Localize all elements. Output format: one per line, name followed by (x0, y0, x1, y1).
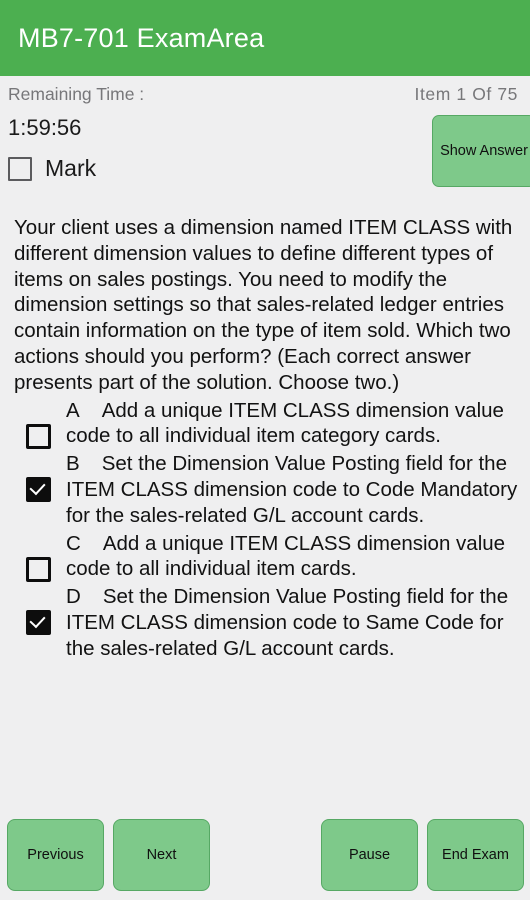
app-header-bar: MB7-701 ExamArea (0, 0, 530, 76)
option-checkbox-c[interactable] (26, 556, 51, 582)
previous-button[interactable]: Previous (7, 819, 104, 891)
question-area: Your client uses a dimension named ITEM … (0, 215, 530, 810)
mark-question-row[interactable]: Mark (8, 155, 96, 182)
exam-status-bar: Remaining Time : Item 1 Of 75 (0, 76, 530, 113)
option-row[interactable]: B Set the Dimension Value Posting field f… (14, 451, 522, 528)
remaining-time-label: Remaining Time : (8, 84, 145, 104)
option-letter: A (66, 398, 80, 422)
options-list: A Add a unique ITEM CLASS dimension value… (14, 398, 522, 662)
option-text: Add a unique ITEM CLASS dimension value … (66, 531, 506, 581)
option-letter: B (66, 452, 80, 476)
option-text: Set the Dimension Value Posting field fo… (66, 585, 509, 660)
option-letter: D (66, 585, 81, 609)
mark-checkbox[interactable] (8, 156, 32, 181)
nav-group-right: Pause End Exam (321, 819, 524, 891)
end-exam-button[interactable]: End Exam (427, 819, 524, 891)
option-checkbox-b[interactable] (26, 477, 51, 503)
remaining-time-value: 1:59:56 (8, 115, 82, 140)
option-row[interactable]: A Add a unique ITEM CLASS dimension value… (14, 398, 522, 450)
pause-button[interactable]: Pause (321, 819, 418, 891)
app-title: MB7-701 ExamArea (18, 22, 265, 53)
timer-and-mark-zone: 1:59:56 Mark Show Answer (0, 113, 530, 203)
nav-group-left: Previous Next (7, 819, 210, 891)
option-letter: C (66, 531, 81, 555)
option-row[interactable]: D Set the Dimension Value Posting field f… (14, 584, 522, 661)
option-row[interactable]: C Add a unique ITEM CLASS dimension value… (14, 531, 522, 583)
mark-label: Mark (45, 155, 97, 181)
option-checkbox-d[interactable] (26, 610, 51, 636)
item-counter: Item 1 Of 75 (414, 84, 518, 104)
option-checkbox-a[interactable] (26, 423, 51, 449)
bottom-navigation-bar: Previous Next Pause End Exam (0, 810, 530, 900)
show-answer-button[interactable]: Show Answer (432, 115, 530, 187)
question-text: Your client uses a dimension named ITEM … (14, 216, 513, 394)
next-button[interactable]: Next (113, 819, 210, 891)
option-text: Set the Dimension Value Posting field fo… (66, 452, 518, 527)
option-text: Add a unique ITEM CLASS dimension value … (66, 398, 504, 448)
